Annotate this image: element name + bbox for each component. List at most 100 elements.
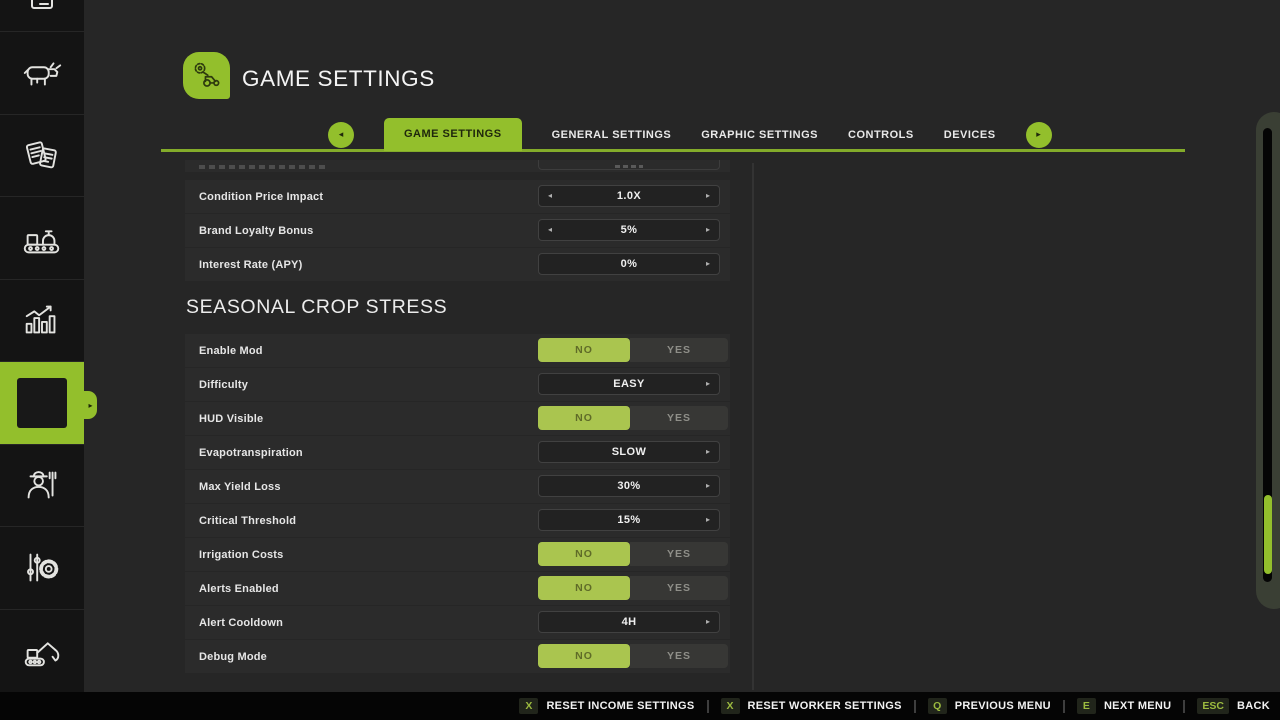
tabs-next-button[interactable]: ▸: [1026, 122, 1052, 148]
sidebar: [0, 0, 84, 692]
sidebar-item-mod-active[interactable]: [0, 361, 84, 444]
toggle-option-no[interactable]: NO: [538, 542, 630, 566]
settings-row-interest-rate-apy: Interest Rate (APY)0%▸: [185, 248, 730, 281]
sidebar-item-workers[interactable]: [0, 444, 84, 527]
stepper-right-arrow-icon[interactable]: ▸: [706, 510, 710, 530]
settings-list-top: Condition Price Impact ◂1.0X▸ Brand Loyalt…: [185, 160, 730, 282]
tab-bar: ◂ GAME SETTINGS GENERAL SETTINGS GRAPHIC…: [328, 118, 1052, 151]
action-label: RESET WORKER SETTINGS: [748, 700, 902, 712]
toggle-option-no[interactable]: NO: [538, 644, 630, 668]
screen: ▸ GAME SETTINGS ◂ GAME SETTINGS GENERAL …: [0, 0, 1280, 720]
key-e-badge: E: [1077, 698, 1096, 714]
bottom-key-bar: X RESET INCOME SETTINGS X RESET WORKER S…: [0, 692, 1280, 720]
settings-row-difficulty: DifficultyEASY▸: [185, 368, 730, 401]
action-previous-menu[interactable]: Q PREVIOUS MENU: [928, 698, 1051, 714]
stepper-right-arrow-icon[interactable]: ▸: [706, 374, 710, 394]
action-next-menu[interactable]: E NEXT MENU: [1077, 698, 1171, 714]
setting-label: Alerts Enabled: [199, 583, 279, 595]
sidebar-item-construction[interactable]: [0, 609, 84, 692]
action-reset-income[interactable]: X RESET INCOME SETTINGS: [519, 698, 694, 714]
toggle-option-yes[interactable]: YES: [630, 542, 728, 566]
toggle-option-no[interactable]: NO: [538, 576, 630, 600]
settings-row-brand-loyalty-bonus: Brand Loyalty Bonus◂5%▸: [185, 214, 730, 247]
active-item-pointer-icon: ▸: [84, 391, 97, 419]
stepper-critical-threshold[interactable]: 15%▸: [538, 509, 720, 531]
animals-cow-icon: [19, 50, 65, 96]
sidebar-item-mod-settings[interactable]: [0, 526, 84, 609]
key-x-badge: X: [721, 698, 740, 714]
stepper-right-arrow-icon[interactable]: ▸: [706, 442, 710, 462]
toggle-enable-mod: NOYES: [538, 338, 728, 362]
stepper-max-yield-loss[interactable]: 30%▸: [538, 475, 720, 497]
tab-controls[interactable]: CONTROLS: [848, 129, 914, 141]
tab-game-settings[interactable]: GAME SETTINGS: [384, 118, 522, 151]
construction-excavator-icon: [19, 627, 65, 673]
action-back[interactable]: ESC BACK: [1197, 698, 1270, 714]
settings-row-condition-price-impact: Condition Price Impact ◂1.0X▸: [185, 180, 730, 213]
mod-thumbnail: [17, 378, 67, 428]
toggle-option-no[interactable]: NO: [538, 338, 630, 362]
stepper-alert-cooldown[interactable]: 4H▸: [538, 611, 720, 633]
stepper-right-arrow-icon[interactable]: ▸: [706, 220, 710, 240]
action-label: RESET INCOME SETTINGS: [546, 700, 694, 712]
setting-label: Alert Cooldown: [199, 617, 283, 629]
toggle-option-yes[interactable]: YES: [630, 644, 728, 668]
statistics-chart-icon: [19, 297, 65, 343]
tab-general-settings[interactable]: GENERAL SETTINGS: [552, 129, 672, 141]
toggle-option-yes[interactable]: YES: [630, 338, 728, 362]
stepper-right-arrow-icon[interactable]: ▸: [706, 186, 710, 206]
sidebar-item-statistics[interactable]: [0, 279, 84, 362]
stepper-value: 4H: [539, 612, 719, 632]
bottom-bar-divider: [1063, 700, 1065, 713]
page-title: GAME SETTINGS: [242, 66, 435, 92]
settings-row-debug-mode: Debug Mode NOYES: [185, 640, 730, 673]
stepper-value: SLOW: [539, 442, 719, 462]
mod-settings-sliders-gear-icon: [19, 545, 65, 591]
clipped-value-remnant: [615, 165, 643, 168]
action-label: PREVIOUS MENU: [955, 700, 1051, 712]
left-arrow-icon: ◂: [339, 129, 344, 140]
stepper-value: 1.0X: [539, 186, 719, 206]
stepper-value: 5%: [539, 220, 719, 240]
stepper-brand-loyalty-bonus[interactable]: ◂5%▸: [538, 219, 720, 241]
clipped-row-partial: [185, 160, 730, 172]
stepper-interest-rate-apy[interactable]: 0%▸: [538, 253, 720, 275]
toggle-option-yes[interactable]: YES: [630, 576, 728, 600]
settings-row-hud-visible: HUD Visible NOYES: [185, 402, 730, 435]
settings-row-alert-cooldown: Alert Cooldown 4H▸: [185, 606, 730, 639]
settings-list-section: Enable ModNOYESDifficultyEASY▸HUD Visibl…: [185, 334, 730, 674]
sidebar-item-production[interactable]: [0, 196, 84, 279]
key-x-badge: X: [519, 698, 538, 714]
stepper-difficulty[interactable]: EASY▸: [538, 373, 720, 395]
workers-farmer-icon: [19, 462, 65, 508]
stepper-right-arrow-icon[interactable]: ▸: [706, 254, 710, 274]
stepper-right-arrow-icon[interactable]: ▸: [706, 612, 710, 632]
key-q-badge: Q: [928, 698, 947, 714]
tab-graphic-settings[interactable]: GRAPHIC SETTINGS: [701, 129, 818, 141]
setting-label: Debug Mode: [199, 651, 267, 663]
action-label: NEXT MENU: [1104, 700, 1171, 712]
tabs-prev-button[interactable]: ◂: [328, 122, 354, 148]
stepper-evapotranspiration[interactable]: SLOW▸: [538, 441, 720, 463]
setting-label: Condition Price Impact: [199, 191, 323, 203]
action-reset-worker[interactable]: X RESET WORKER SETTINGS: [721, 698, 902, 714]
setting-label: Max Yield Loss: [199, 481, 281, 493]
sidebar-item-top-partial[interactable]: [0, 0, 84, 31]
tab-devices[interactable]: DEVICES: [944, 129, 996, 141]
list-scrollbar-track[interactable]: [752, 163, 754, 690]
toggle-debug-mode: NOYES: [538, 644, 728, 668]
sidebar-item-contracts[interactable]: [0, 114, 84, 197]
toggle-option-no[interactable]: NO: [538, 406, 630, 430]
toggle-option-yes[interactable]: YES: [630, 406, 728, 430]
setting-label: Irrigation Costs: [199, 549, 284, 561]
sidebar-item-animals[interactable]: [0, 31, 84, 114]
stepper-condition-price-impact[interactable]: ◂1.0X▸: [538, 185, 720, 207]
setting-label: Evapotranspiration: [199, 447, 303, 459]
setting-label: HUD Visible: [199, 413, 263, 425]
key-esc-badge: ESC: [1197, 698, 1229, 714]
stepper-right-arrow-icon[interactable]: ▸: [706, 476, 710, 496]
stepper-value: 15%: [539, 510, 719, 530]
tractor-gear-icon: [190, 59, 224, 93]
page-scrollbar-thumb[interactable]: [1264, 495, 1272, 574]
stepper-value: 30%: [539, 476, 719, 496]
